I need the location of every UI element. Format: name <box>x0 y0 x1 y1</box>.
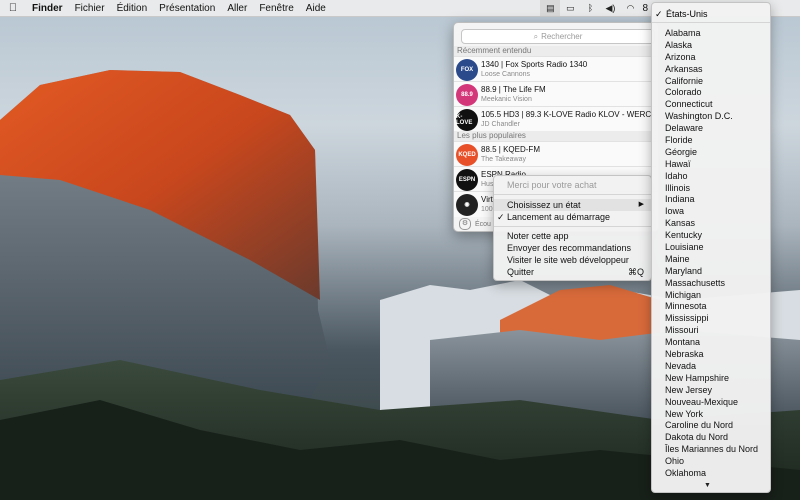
menu-fenetre[interactable]: Fenêtre <box>253 3 299 14</box>
station-row[interactable]: K-LOVE 105.5 HD3 | 89.3 K-LOVE Radio KLO… <box>454 106 658 132</box>
launch-at-login-item[interactable]: ✓ Lancement au démarrage <box>494 211 651 223</box>
state-item[interactable]: Îles Mariannes du Nord <box>652 444 770 456</box>
state-item[interactable]: Californie <box>652 76 770 88</box>
state-item[interactable]: Minnesota <box>652 301 770 313</box>
state-item[interactable]: New Jersey <box>652 385 770 397</box>
gear-icon[interactable]: ⚙ <box>459 218 471 230</box>
apple-logo-icon[interactable]:  <box>0 2 26 14</box>
state-item[interactable]: Washington D.C. <box>652 111 770 123</box>
state-item[interactable]: Maine <box>652 254 770 266</box>
station-subtitle: Loose Cannons <box>481 70 531 78</box>
menu-presentation[interactable]: Présentation <box>153 3 221 14</box>
search-field[interactable]: ⌕ Rechercher <box>461 29 655 44</box>
station-title: 105.5 HD3 | 89.3 K-LOVE Radio KLOV - WER… <box>481 109 654 119</box>
states-submenu: ✓ États-Unis Alabama Alaska Arizona Arkansa… <box>651 2 771 493</box>
menu-finder[interactable]: Finder <box>26 3 69 14</box>
state-item[interactable]: Nevada <box>652 361 770 373</box>
state-item[interactable]: Kansas <box>652 218 770 230</box>
state-item[interactable]: Hawaï <box>652 159 770 171</box>
station-row[interactable]: 88.9 88.9 | The Life FM Meekanic Vision <box>454 81 658 107</box>
thanks-item: Merci pour votre achat <box>507 180 597 190</box>
status-area: ▤ ▭ ᛒ ◀) ◠ 8 <box>540 0 650 16</box>
station-title: 88.9 | The Life FM <box>481 84 546 94</box>
state-item[interactable]: Arkansas <box>652 64 770 76</box>
quit-shortcut: ⌘Q <box>627 267 644 277</box>
volume-icon[interactable]: ◀) <box>600 0 620 16</box>
state-item[interactable]: Alaska <box>652 40 770 52</box>
state-list: Alabama Alaska Arizona Arkansas Californie Co… <box>652 28 770 480</box>
menu-separator <box>494 194 651 195</box>
state-item[interactable]: Dakota du Nord <box>652 432 770 444</box>
state-item[interactable]: Illinois <box>652 183 770 195</box>
menu-separator <box>494 226 651 227</box>
state-item[interactable]: Caroline du Nord <box>652 420 770 432</box>
menu-fichier[interactable]: Fichier <box>69 3 111 14</box>
station-logo: ESPN <box>456 168 478 191</box>
state-item[interactable]: Missouri <box>652 325 770 337</box>
state-item[interactable]: Michigan <box>652 290 770 302</box>
state-item[interactable]: Géorgie <box>652 147 770 159</box>
station-row[interactable]: FOX 1340 | Fox Sports Radio 1340 Loose C… <box>454 56 658 82</box>
submenu-arrow-icon: ▶ <box>638 201 644 208</box>
station-title: Virt <box>481 194 493 204</box>
scroll-down-arrow-icon[interactable]: ▼ <box>704 482 711 489</box>
search-placeholder: Rechercher <box>541 32 583 41</box>
state-item[interactable]: Delaware <box>652 123 770 135</box>
visit-website-item[interactable]: Visiter le site web développeur <box>494 254 651 266</box>
checkmark-icon: ✓ <box>497 212 505 222</box>
state-item[interactable]: Arizona <box>652 52 770 64</box>
state-item[interactable]: Alabama <box>652 28 770 40</box>
station-subtitle: 100 <box>481 205 493 213</box>
state-item[interactable]: Mississippi <box>652 313 770 325</box>
status-text: 8 <box>642 2 648 14</box>
popular-section-header: Les plus populaires <box>454 131 658 141</box>
state-item[interactable]: Idaho <box>652 171 770 183</box>
state-item[interactable]: Floride <box>652 135 770 147</box>
state-item[interactable]: Maryland <box>652 266 770 278</box>
search-icon: ⌕ <box>533 31 539 41</box>
radio-app-icon[interactable]: ▤ <box>540 0 561 16</box>
station-logo: ◉ <box>456 193 478 216</box>
state-item[interactable]: Massachusetts <box>652 278 770 290</box>
context-menu: Merci pour votre achat Choisissez un éta… <box>493 175 652 281</box>
checkmark-icon: ✓ <box>655 9 663 19</box>
recent-section-header: Récemment entendu <box>454 46 658 56</box>
bluetooth-icon[interactable]: ᛒ <box>580 0 600 16</box>
station-logo: K-LOVE <box>456 108 478 131</box>
state-item[interactable]: Indiana <box>652 194 770 206</box>
choose-state-item[interactable]: Choisissez un état ▶ <box>494 199 651 211</box>
wifi-icon[interactable]: ◠ <box>620 0 640 16</box>
state-item[interactable]: Oklahoma <box>652 468 770 480</box>
station-title: 1340 | Fox Sports Radio 1340 <box>481 59 588 69</box>
station-subtitle: The Takeaway <box>481 155 527 163</box>
state-item[interactable]: New Hampshire <box>652 373 770 385</box>
quit-item[interactable]: Quitter ⌘Q <box>494 266 651 278</box>
station-logo: KQED <box>456 143 478 166</box>
state-item[interactable]: Kentucky <box>652 230 770 242</box>
state-item[interactable]: Montana <box>652 337 770 349</box>
state-item[interactable]: Colorado <box>652 87 770 99</box>
rate-app-item[interactable]: Noter cette app <box>494 230 651 242</box>
menu-aller[interactable]: Aller <box>221 3 253 14</box>
state-item[interactable]: Nouveau-Mexique <box>652 397 770 409</box>
station-logo: 88.9 <box>456 83 478 106</box>
menu-separator <box>652 22 770 23</box>
station-title: 88.5 | KQED-FM <box>481 144 540 154</box>
station-subtitle: JD Chandler <box>481 120 520 128</box>
station-subtitle: Meekanic Vision <box>481 95 532 103</box>
send-recommendations-item[interactable]: Envoyer des recommandations <box>494 242 651 254</box>
airplay-icon[interactable]: ▭ <box>560 0 580 16</box>
state-item[interactable]: Louisiane <box>652 242 770 254</box>
listen-label: Écou <box>475 220 491 228</box>
state-item-selected[interactable]: ✓ États-Unis <box>652 8 770 20</box>
state-item[interactable]: Nebraska <box>652 349 770 361</box>
state-item[interactable]: Iowa <box>652 206 770 218</box>
menu-edition[interactable]: Édition <box>111 3 154 14</box>
state-item[interactable]: Ohio <box>652 456 770 468</box>
state-item[interactable]: Connecticut <box>652 99 770 111</box>
state-item[interactable]: New York <box>652 409 770 421</box>
station-logo: FOX <box>456 58 478 81</box>
menu-aide[interactable]: Aide <box>300 3 332 14</box>
station-row[interactable]: KQED 88.5 | KQED-FM The Takeaway <box>454 141 658 167</box>
